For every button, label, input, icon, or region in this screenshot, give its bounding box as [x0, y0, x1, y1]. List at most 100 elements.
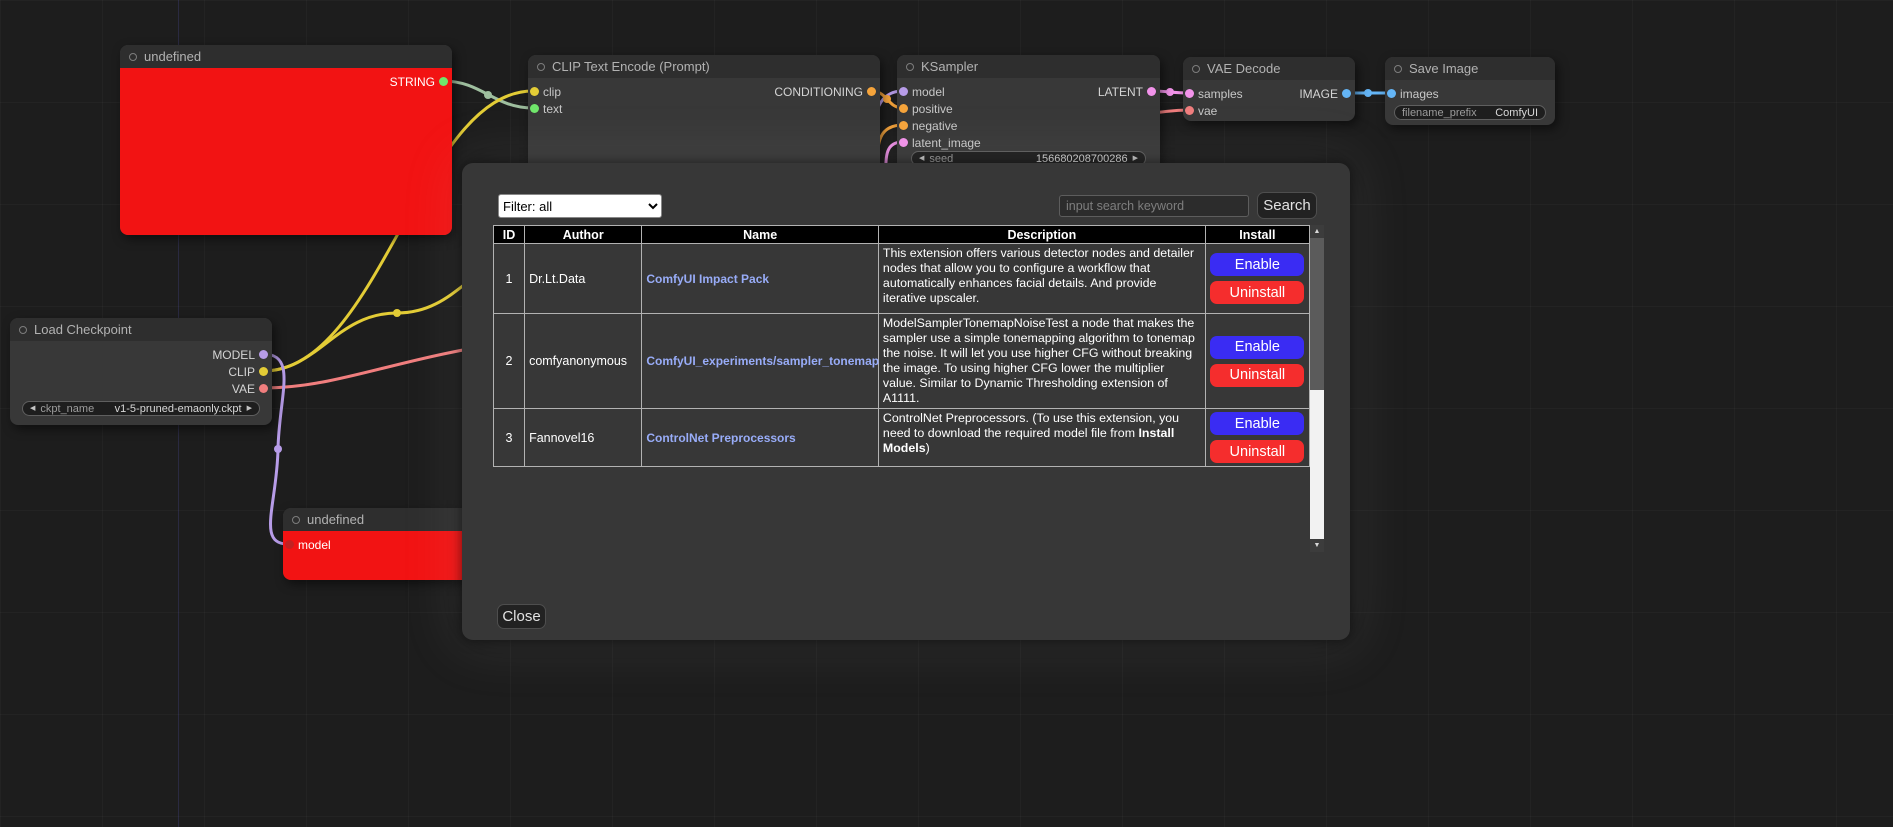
- node-title: Save Image: [1409, 61, 1478, 76]
- cell-author: comfyanonymous: [525, 314, 642, 409]
- slot-label: clip: [543, 85, 561, 99]
- collapse-dot-icon[interactable]: [1394, 65, 1402, 73]
- description-text: ModelSamplerTonemapNoiseTest a node that…: [883, 316, 1195, 405]
- cell-author: Fannovel16: [525, 409, 642, 467]
- collapse-dot-icon[interactable]: [537, 63, 545, 71]
- output-pin-string[interactable]: [439, 77, 448, 86]
- slot-label: MODEL: [212, 348, 255, 362]
- node-body: images filename_prefix ComfyUI: [1385, 80, 1555, 120]
- output-pin-conditioning[interactable]: [867, 87, 876, 96]
- cell-id: 3: [494, 409, 525, 467]
- header-author: Author: [525, 226, 642, 244]
- input-slot-negative: negative: [897, 117, 957, 134]
- extensions-table: ID Author Name Description Install 1 Dr.…: [493, 225, 1310, 467]
- cell-description: ModelSamplerTonemapNoiseTest a node that…: [878, 314, 1205, 409]
- output-slot-image: IMAGE: [1299, 85, 1355, 102]
- custom-nodes-manager-dialog: Filter: all Search ID Author Name Descri…: [462, 163, 1350, 640]
- output-pin-vae[interactable]: [259, 384, 268, 393]
- node-save-image[interactable]: Save Image images filename_prefix ComfyU…: [1385, 57, 1555, 125]
- node-body: model LATENT positive negative: [897, 78, 1160, 166]
- search-input[interactable]: [1059, 195, 1249, 217]
- input-pin-model[interactable]: [285, 540, 294, 549]
- node-undefined-top[interactable]: undefined STRING: [120, 45, 452, 235]
- extension-link[interactable]: ComfyUI Impact Pack: [646, 272, 769, 286]
- node-title: Load Checkpoint: [34, 322, 132, 337]
- node-title: KSampler: [921, 59, 978, 74]
- widget-label: filename_prefix: [1402, 107, 1477, 119]
- input-pin-latent-image[interactable]: [899, 138, 908, 147]
- input-pin-vae[interactable]: [1185, 106, 1194, 115]
- node-vae-decode[interactable]: VAE Decode samples IMAGE vae: [1183, 57, 1355, 121]
- input-pin-positive[interactable]: [899, 104, 908, 113]
- decrement-icon[interactable]: ◀: [919, 155, 924, 162]
- cell-description: This extension offers various detector n…: [878, 244, 1205, 314]
- filename-prefix-widget[interactable]: filename_prefix ComfyUI: [1394, 105, 1546, 120]
- output-pin-clip[interactable]: [259, 367, 268, 376]
- ckpt-name-widget[interactable]: ◀ ckpt_name v1-5-pruned-emaonly.ckpt ▶: [22, 401, 260, 416]
- increment-icon[interactable]: ▶: [1133, 155, 1138, 162]
- widget-value: v1-5-pruned-emaonly.ckpt: [115, 403, 242, 415]
- table-row: 2 comfyanonymous ComfyUI_experiments/sam…: [494, 314, 1310, 409]
- slot-label: positive: [912, 102, 953, 116]
- filter-select[interactable]: Filter: all: [498, 194, 662, 218]
- output-pin-image[interactable]: [1342, 89, 1351, 98]
- collapse-dot-icon[interactable]: [906, 63, 914, 71]
- collapse-dot-icon[interactable]: [1192, 65, 1200, 73]
- node-title-bar[interactable]: Save Image: [1385, 57, 1555, 80]
- enable-button[interactable]: Enable: [1210, 412, 1304, 435]
- collapse-dot-icon[interactable]: [129, 53, 137, 61]
- next-icon[interactable]: ▶: [247, 405, 252, 412]
- close-button[interactable]: Close: [497, 604, 546, 629]
- output-pin-latent[interactable]: [1147, 87, 1156, 96]
- input-slot-text: text: [528, 100, 562, 117]
- slot-label: VAE: [232, 382, 255, 396]
- input-slot-samples: samples: [1183, 85, 1243, 102]
- collapse-dot-icon[interactable]: [292, 516, 300, 524]
- node-title-bar[interactable]: CLIP Text Encode (Prompt): [528, 55, 880, 78]
- table-scrollbar[interactable]: ▲ ▼: [1310, 225, 1324, 552]
- cell-install: Enable Uninstall: [1205, 409, 1309, 467]
- input-pin-text[interactable]: [530, 104, 539, 113]
- slot-label: latent_image: [912, 136, 981, 150]
- slot-label: text: [543, 102, 562, 116]
- uninstall-button[interactable]: Uninstall: [1210, 281, 1304, 304]
- uninstall-button[interactable]: Uninstall: [1210, 364, 1304, 387]
- enable-button[interactable]: Enable: [1210, 336, 1304, 359]
- slot-label: vae: [1198, 104, 1217, 118]
- extension-link[interactable]: ControlNet Preprocessors: [646, 431, 795, 445]
- node-title-bar[interactable]: Load Checkpoint: [10, 318, 272, 341]
- scroll-down-button[interactable]: ▼: [1310, 539, 1324, 552]
- input-pin-negative[interactable]: [899, 121, 908, 130]
- collapse-dot-icon[interactable]: [19, 326, 27, 334]
- output-pin-model[interactable]: [259, 350, 268, 359]
- extension-link[interactable]: ComfyUI_experiments/sampler_tonemap: [646, 354, 879, 368]
- description-text: ControlNet Preprocessors. (To use this e…: [883, 411, 1179, 440]
- previous-icon[interactable]: ◀: [30, 405, 35, 412]
- input-pin-model[interactable]: [899, 87, 908, 96]
- input-pin-clip[interactable]: [530, 87, 539, 96]
- scroll-thumb[interactable]: [1310, 238, 1324, 390]
- node-body: STRING: [120, 68, 452, 235]
- scroll-up-button[interactable]: ▲: [1310, 225, 1324, 238]
- input-pin-samples[interactable]: [1185, 89, 1194, 98]
- enable-button[interactable]: Enable: [1210, 253, 1304, 276]
- output-slot-latent: LATENT: [1098, 83, 1160, 100]
- slot-label: model: [912, 85, 945, 99]
- scroll-up-icon: ▲: [1314, 228, 1321, 235]
- slot-label: CLIP: [228, 365, 255, 379]
- description-text: ): [926, 441, 930, 455]
- input-slot-vae: vae: [1183, 102, 1217, 119]
- search-button[interactable]: Search: [1257, 192, 1317, 219]
- slot-label: model: [298, 538, 331, 552]
- node-title-bar[interactable]: undefined: [120, 45, 452, 68]
- header-id: ID: [494, 226, 525, 244]
- input-pin-images[interactable]: [1387, 89, 1396, 98]
- uninstall-button[interactable]: Uninstall: [1210, 440, 1304, 463]
- node-load-checkpoint[interactable]: Load Checkpoint MODEL CLIP VAE: [10, 318, 272, 425]
- widget-label: ckpt_name: [40, 403, 94, 415]
- slot-label: LATENT: [1098, 85, 1143, 99]
- slot-label: negative: [912, 119, 957, 133]
- input-slot-clip: clip: [528, 83, 561, 100]
- node-title-bar[interactable]: VAE Decode: [1183, 57, 1355, 80]
- node-title-bar[interactable]: KSampler: [897, 55, 1160, 78]
